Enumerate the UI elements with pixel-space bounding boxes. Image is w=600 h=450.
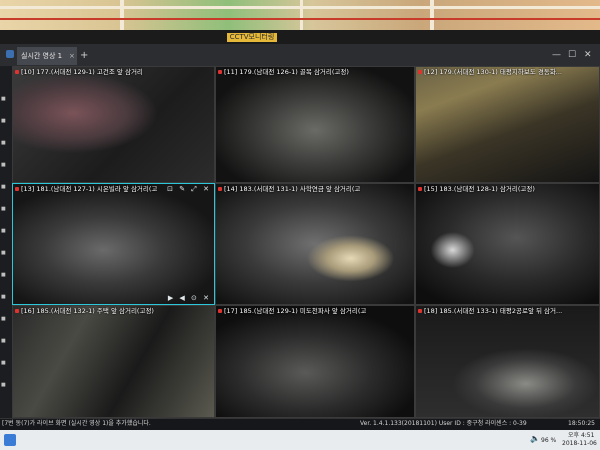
sidebar-item[interactable]: ■ (1, 206, 11, 212)
new-tab-button[interactable]: + (80, 48, 88, 64)
camera-tile-11[interactable]: [11] 179.(남대전 126-1) 골목 삼거리(고정) (215, 66, 415, 183)
camera-label: [10] 177.(서대전 129-1) 고건조 앞 삼거리 (21, 68, 143, 76)
camera-label: [18] 185.(서대전 133-1) 태평2공로앞 뒤 삼거... (424, 307, 563, 315)
recording-indicator-icon (418, 187, 422, 191)
tile-toolbar[interactable]: ⊡ ✎ ⤢ ✕ (167, 185, 211, 194)
recording-indicator-icon (218, 309, 222, 313)
start-button[interactable] (4, 434, 16, 446)
status-message: [7번 동(7)가 라이브 화면 (실시간 영상 1)을 추가했습니다. (2, 420, 151, 427)
recording-indicator-icon (418, 309, 422, 313)
camera-tile-10[interactable]: [10] 177.(서대전 129-1) 고건조 앞 삼거리 (12, 66, 215, 183)
camera-tile-13[interactable]: [13] 181.(남대전 127-1) 시온빌라 앞 삼거리(고 ⊡ ✎ ⤢ … (12, 183, 215, 305)
sidebar-item[interactable]: ■ (1, 294, 11, 300)
clock-time[interactable]: 오후 4:51 (568, 432, 594, 440)
tile-playback-controls[interactable]: ▶ ◀ ⊙ ✕ (168, 294, 211, 303)
recording-indicator-icon (15, 309, 19, 313)
sidebar-item[interactable]: ■ (1, 228, 11, 234)
camera-tile-17[interactable]: [17] 185.(남대전 129-1) 미도천파사 앞 삼거리(고 (215, 305, 415, 418)
camera-tile-18[interactable]: [18] 185.(서대전 133-1) 태평2공로앞 뒤 삼거... (415, 305, 600, 418)
live-clock-readout: 18:50:25 (568, 420, 595, 427)
volume-level: 96 % (541, 437, 557, 444)
clock-date[interactable]: 2018-11-06 (562, 440, 597, 448)
monitor-bezel (0, 30, 600, 44)
license-text: 라이센스 : 0-39 (485, 420, 527, 427)
close-window-button[interactable]: ✕ (584, 48, 592, 62)
sidebar-item[interactable]: ■ (1, 272, 11, 278)
tab-live-video-1[interactable]: 실시간 영상 1 (17, 47, 77, 65)
tab-bar (0, 44, 600, 66)
status-info: Ver. 1.4.1.133(20181101) User ID : 중구청 라… (360, 419, 527, 429)
recording-indicator-icon (418, 70, 422, 74)
recording-indicator-icon (15, 187, 19, 191)
camera-label: [17] 185.(남대전 129-1) 미도천파사 앞 삼거리(고 (224, 307, 367, 315)
sidebar-item[interactable]: ■ (1, 162, 11, 168)
camera-tile-14[interactable]: [14] 183.(서대전 131-1) 사학연금 앞 삼거리(고 (215, 183, 415, 305)
sidebar-item[interactable]: ■ (1, 360, 11, 366)
wall-sticker-label: CCTV모니터링 (227, 33, 277, 42)
sidebar-item[interactable]: ■ (1, 184, 11, 190)
sidebar-item[interactable]: ■ (1, 382, 11, 388)
recording-indicator-icon (218, 70, 222, 74)
sidebar-item[interactable]: ■ (1, 96, 11, 102)
camera-tile-16[interactable]: [16] 185.(서대전 132-1) 주택 앞 삼거리(고정) (12, 305, 215, 418)
recording-indicator-icon (218, 187, 222, 191)
user-id-text: User ID : 중구청 (438, 420, 484, 427)
version-text: Ver. 1.4.1.133(20181101) (360, 420, 437, 427)
sidebar-item[interactable]: ■ (1, 118, 11, 124)
camera-tile-15[interactable]: [15] 183.(남대전 128-1) 삼거리(고정) (415, 183, 600, 305)
sidebar-item[interactable]: ■ (1, 316, 11, 322)
camera-label: [11] 179.(남대전 126-1) 골목 삼거리(고정) (224, 68, 349, 76)
camera-label: [14] 183.(서대전 131-1) 사학연금 앞 삼거리(고 (224, 185, 361, 193)
tab-close-icon[interactable]: × (69, 47, 75, 65)
camera-tile-12[interactable]: [12] 179.(서대전 130-1) 태평지하보도 경동화... (415, 66, 600, 183)
sidebar-item[interactable]: ■ (1, 250, 11, 256)
volume-icon[interactable]: 🔈 (530, 434, 540, 444)
sidebar-item[interactable]: ■ (1, 140, 11, 146)
camera-label: [12] 179.(서대전 130-1) 태평지하보도 경동화... (424, 68, 562, 76)
camera-label: [16] 185.(서대전 132-1) 주택 앞 삼거리(고정) (21, 307, 154, 315)
maximize-button[interactable]: ☐ (568, 48, 576, 62)
sidebar-item[interactable]: ■ (1, 338, 11, 344)
camera-label: [15] 183.(남대전 128-1) 삼거리(고정) (424, 185, 535, 193)
app-logo-icon (6, 50, 14, 58)
minimize-button[interactable]: — (552, 48, 561, 62)
camera-label: [13] 181.(남대전 127-1) 시온빌라 앞 삼거리(고 (21, 185, 158, 193)
camera-grid: [10] 177.(서대전 129-1) 고건조 앞 삼거리 [11] 179.… (12, 66, 600, 418)
recording-indicator-icon (15, 70, 19, 74)
os-taskbar (0, 430, 600, 450)
